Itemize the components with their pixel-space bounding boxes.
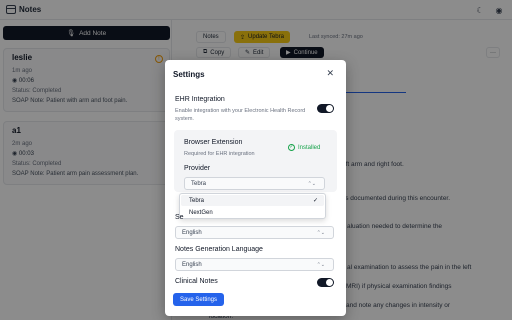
clinical-notes-label: Clinical Notes (175, 278, 218, 285)
close-icon[interactable]: ✕ (326, 68, 334, 79)
settings-dialog: Settings ✕ EHR Integration Enable integr… (165, 60, 346, 316)
check-icon: ✓ (312, 198, 318, 204)
chevron-updown-icon: ⌃⌄ (316, 230, 325, 236)
clinical-notes-toggle[interactable] (317, 278, 334, 287)
ehr-integration-desc: Enable integration with your Electronic … (175, 108, 306, 122)
ehr-integration-label: EHR Integration (175, 96, 225, 103)
provider-label: Provider (184, 165, 211, 172)
provider-dropdown: Tebra ✓ NextGen (179, 193, 326, 219)
provider-option-nextgen[interactable]: NextGen (181, 207, 324, 218)
chevron-updown-icon: ⌃⌄ (316, 262, 325, 268)
session-language-select[interactable]: English ⌃⌄ (175, 226, 334, 239)
notes-language-label: Notes Generation Language (175, 246, 263, 253)
chevron-updown-icon: ⌃⌄ (307, 181, 316, 187)
check-circle-icon: ✓ (288, 144, 295, 151)
provider-select[interactable]: Tebra ⌃⌄ (184, 177, 325, 190)
ehr-integration-toggle[interactable] (317, 104, 334, 113)
dialog-title: Settings (173, 70, 205, 79)
provider-option-tebra[interactable]: Tebra ✓ (181, 195, 324, 206)
installed-badge: ✓ Installed (288, 144, 321, 151)
session-language-label: Se (175, 214, 184, 221)
save-settings-button[interactable]: Save Settings (173, 293, 225, 306)
notes-language-select[interactable]: English ⌃⌄ (175, 258, 334, 271)
extension-title: Browser Extension (184, 139, 243, 146)
extension-desc: Required for EHR integration (184, 151, 255, 157)
